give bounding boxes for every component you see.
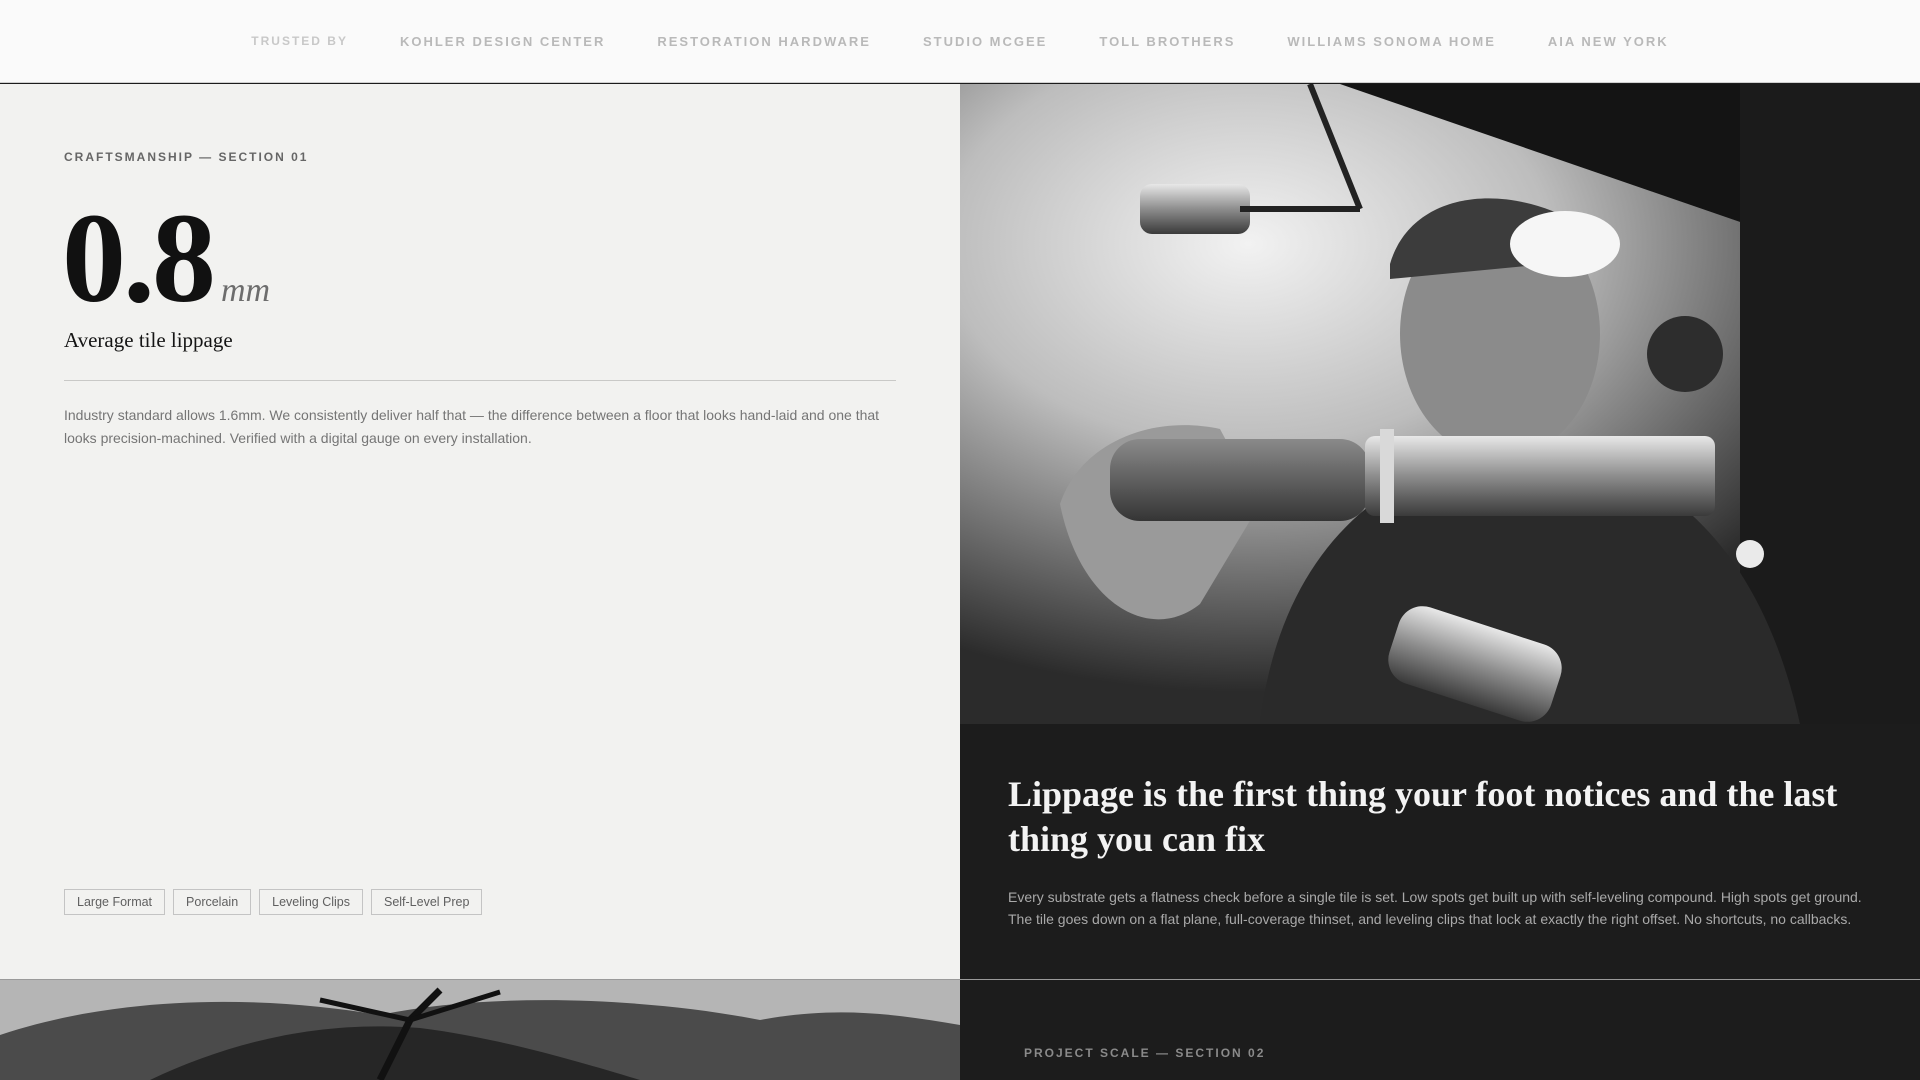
partner-logo-kohler: KOHLER DESIGN CENTER xyxy=(399,33,606,49)
section-eyebrow: PROJECT SCALE — SECTION 02 xyxy=(1024,1046,1266,1060)
tree-photo-illustration xyxy=(0,980,960,1080)
tag-leveling-clips: Leveling Clips xyxy=(259,889,363,915)
tag-large-format: Large Format xyxy=(64,889,166,915)
partner-logo-restoration-hardware: RESTORATION HARDWARE xyxy=(657,33,871,49)
project-scale-section: PROJECT SCALE — SECTION 02 xyxy=(960,980,1920,1080)
trusted-by-label: TRUSTED BY xyxy=(251,34,348,48)
partner-logo-studio-mcgee: STUDIO MCGEE xyxy=(922,33,1048,49)
stat-value: 0.8 xyxy=(62,187,216,329)
tag-porcelain: Porcelain xyxy=(173,889,252,915)
feature-headline: Lippage is the first thing your foot not… xyxy=(1008,774,1838,859)
divider xyxy=(64,380,896,381)
trusted-by-bar: TRUSTED BY KOHLER DESIGN CENTER RESTORAT… xyxy=(0,0,1920,83)
craftsman-photo xyxy=(960,84,1920,724)
feature-text-panel: Lippage is the first thing your foot not… xyxy=(960,724,1920,979)
stat-unit: mm xyxy=(221,272,271,309)
lippage-stat: 0.8 mm xyxy=(62,194,270,322)
feature-body: Every substrate gets a flatness check be… xyxy=(1008,889,1862,927)
craftsman-photo-illustration xyxy=(960,84,1920,724)
craftsmanship-section: CRAFTSMANSHIP — SECTION 01 0.8 mm Averag… xyxy=(0,84,960,979)
partner-logo-aia-new-york: AIA NEW YORK xyxy=(1547,33,1669,49)
tag-self-level-prep: Self-Level Prep xyxy=(370,889,483,915)
section-description: Industry standard allows 1.6mm. We consi… xyxy=(64,407,880,446)
tag-list: Large Format Porcelain Leveling Clips Se… xyxy=(64,889,483,915)
partner-logo-williams-sonoma: WILLIAMS SONOMA HOME xyxy=(1287,33,1496,49)
partner-logo-toll-brothers: TOLL BROTHERS xyxy=(1099,33,1236,49)
section-eyebrow: CRAFTSMANSHIP — SECTION 01 xyxy=(64,150,309,164)
tree-photo xyxy=(0,980,960,1080)
stat-label: Average tile lippage xyxy=(64,328,233,352)
